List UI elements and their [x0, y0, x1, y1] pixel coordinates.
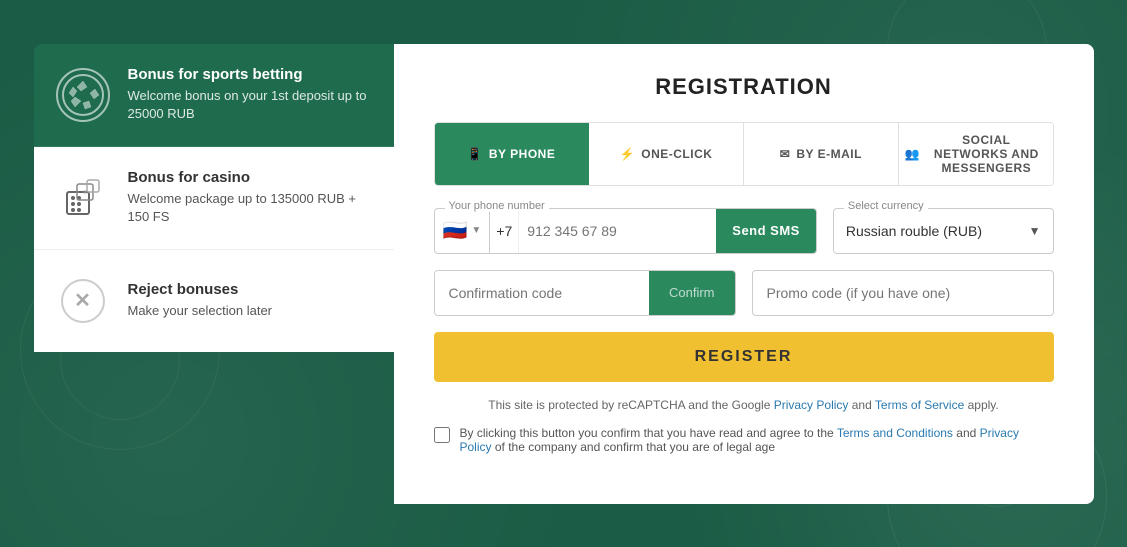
bonus-casino-title: Bonus for casino: [128, 169, 374, 186]
currency-select[interactable]: Russian rouble (RUB) USD EUR: [834, 209, 1053, 253]
terms-row: By clicking this button you confirm that…: [434, 426, 1054, 454]
terms-text: By clicking this button you confirm that…: [460, 426, 1054, 454]
phone-prefix: +7: [490, 209, 519, 253]
recaptcha-notice: This site is protected by reCAPTCHA and …: [434, 398, 1054, 412]
confirmation-input[interactable]: [435, 271, 649, 315]
left-panel: Bonus for sports betting Welcome bonus o…: [34, 44, 394, 504]
sports-icon: [54, 66, 112, 124]
terms-conditions-link[interactable]: Terms and Conditions: [837, 426, 953, 440]
email-icon: ✉: [780, 147, 791, 161]
bonus-casino-desc: Welcome package up to 135000 RUB + 150 F…: [128, 190, 374, 226]
confirmation-group: Confirm: [434, 270, 736, 316]
reject-desc: Make your selection later: [128, 302, 374, 320]
phone-currency-row: Your phone number 🇷🇺 ▼ +7 Send SMS Selec…: [434, 208, 1054, 254]
page-title: REGISTRATION: [434, 74, 1054, 100]
register-button[interactable]: REGISTER: [434, 332, 1054, 382]
apply-text: apply.: [968, 398, 999, 412]
flag-icon: 🇷🇺: [443, 218, 468, 243]
currency-group: Select currency Russian rouble (RUB) USD…: [833, 208, 1054, 254]
casino-icon: [54, 169, 112, 227]
bonus-sports-desc: Welcome bonus on your 1st deposit up to …: [128, 87, 374, 123]
tab-social-label: SOCIAL NETWORKS AND MESSENGERS: [926, 133, 1046, 175]
tab-phone[interactable]: 📱 BY PHONE: [435, 123, 590, 185]
x-icon: ✕: [61, 279, 105, 323]
phone-tab-icon: 📱: [467, 147, 482, 161]
registration-tabs: 📱 BY PHONE ⚡ ONE-CLICK ✉ BY E-MAIL 👥 SOC…: [434, 122, 1054, 186]
privacy-policy-link[interactable]: Privacy Policy: [774, 398, 849, 412]
tab-oneclick-label: ONE-CLICK: [641, 147, 712, 161]
bonus-sports-card[interactable]: Bonus for sports betting Welcome bonus o…: [34, 44, 394, 147]
tab-phone-label: BY PHONE: [489, 147, 555, 161]
promo-input[interactable]: [753, 271, 1053, 315]
flag-selector[interactable]: 🇷🇺 ▼: [435, 209, 491, 253]
bonus-casino-text: Bonus for casino Welcome package up to 1…: [128, 169, 374, 226]
reject-icon: ✕: [54, 272, 112, 330]
social-icon: 👥: [905, 147, 920, 161]
terms-suffix: of the company and confirm that you are …: [495, 440, 775, 454]
recaptcha-text: This site is protected by reCAPTCHA and …: [488, 398, 770, 412]
bonus-sports-title: Bonus for sports betting: [128, 66, 374, 83]
tab-oneclick[interactable]: ⚡ ONE-CLICK: [589, 123, 744, 185]
reject-text: Reject bonuses Make your selection later: [128, 281, 374, 320]
bonus-casino-card[interactable]: Bonus for casino Welcome package up to 1…: [34, 147, 394, 250]
tab-email-label: BY E-MAIL: [796, 147, 862, 161]
terms-checkbox[interactable]: [434, 427, 450, 443]
tab-social[interactable]: 👥 SOCIAL NETWORKS AND MESSENGERS: [899, 123, 1053, 185]
promo-group: [752, 270, 1054, 316]
phone-label: Your phone number: [445, 200, 549, 212]
reject-title: Reject bonuses: [128, 281, 374, 298]
bonus-sports-text: Bonus for sports betting Welcome bonus o…: [128, 66, 374, 123]
reject-card[interactable]: ✕ Reject bonuses Make your selection lat…: [34, 250, 394, 352]
send-sms-button[interactable]: Send SMS: [716, 209, 816, 253]
right-panel: REGISTRATION 📱 BY PHONE ⚡ ONE-CLICK ✉ BY…: [394, 44, 1094, 504]
and-text: and: [852, 398, 872, 412]
chevron-down-icon: ▼: [471, 225, 481, 236]
tab-email[interactable]: ✉ BY E-MAIL: [744, 123, 899, 185]
lightning-icon: ⚡: [620, 147, 635, 161]
soccer-ball-icon: [56, 68, 110, 122]
and2-text: and: [956, 426, 979, 440]
phone-input[interactable]: [519, 209, 716, 253]
confirmation-promo-row: Confirm: [434, 270, 1054, 316]
phone-group: Your phone number 🇷🇺 ▼ +7 Send SMS: [434, 208, 817, 254]
currency-label: Select currency: [844, 200, 928, 212]
main-container: Bonus for sports betting Welcome bonus o…: [34, 44, 1094, 504]
terms-of-service-link[interactable]: Terms of Service: [875, 398, 964, 412]
confirm-button[interactable]: Confirm: [649, 271, 735, 315]
